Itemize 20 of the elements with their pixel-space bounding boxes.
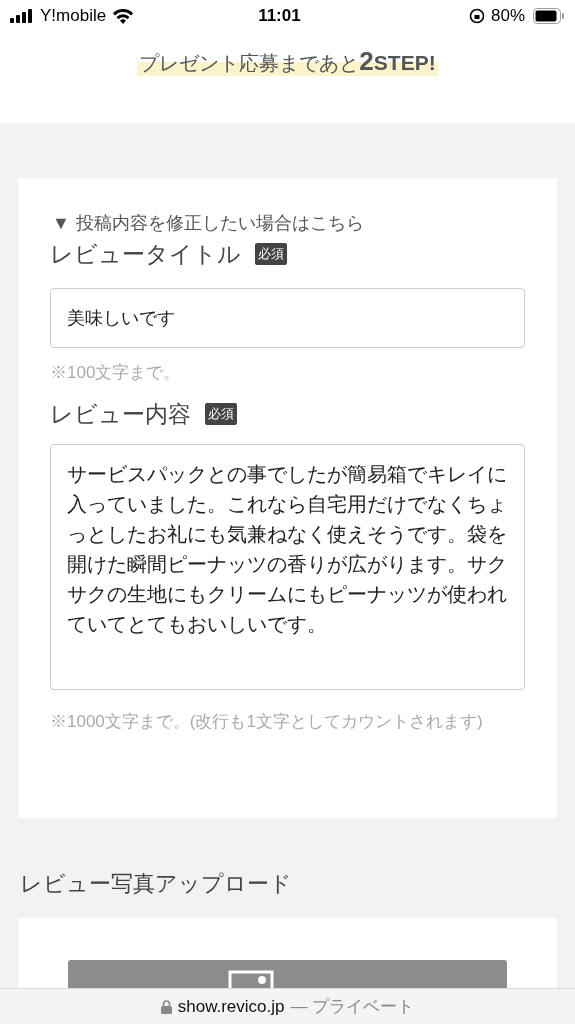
edit-toggle[interactable]: ▼ 投稿内容を修正したい場合はこちら — [52, 210, 364, 236]
field-label: レビュータイトル — [50, 240, 241, 269]
carrier-name: Y!mobile — [40, 5, 107, 28]
select-image-button[interactable] — [68, 960, 507, 988]
required-badge: 必須 — [255, 243, 287, 265]
url-domain[interactable]: show.revico.jp — [177, 993, 285, 1020]
required-badge: 必須 — [205, 403, 237, 425]
field-note: ※1000文字まで。(改行も1文字としてカウントされます) — [50, 711, 484, 733]
section-heading: レビュー写真アップロード — [20, 870, 293, 898]
clock-time: 11:01 — [258, 5, 301, 28]
private-label: — プライベート — [290, 995, 415, 1018]
field-label: レビュー内容 — [50, 400, 191, 429]
review-textarea[interactable]: サービスパックとの事でしたが簡易箱でキレイに入っていました。これなら自宅用だけでなくちょっとしたお礼にも気兼ねなく使えそうです。袋を開けた瞬間ピーナッツの香りが広がります。サクサクの生地にもクリームにもピーナッツが使われていてとてもおいしいです。 — [50, 444, 525, 690]
battery-icon — [533, 8, 565, 24]
title-input[interactable]: 美味しいです — [50, 288, 525, 348]
battery-percent: 80% — [490, 5, 525, 28]
lock-icon — [160, 999, 172, 1014]
wifi-icon — [112, 8, 135, 24]
field-note: ※100文字まで。 — [50, 362, 182, 384]
orientation-lock-icon — [468, 8, 485, 24]
